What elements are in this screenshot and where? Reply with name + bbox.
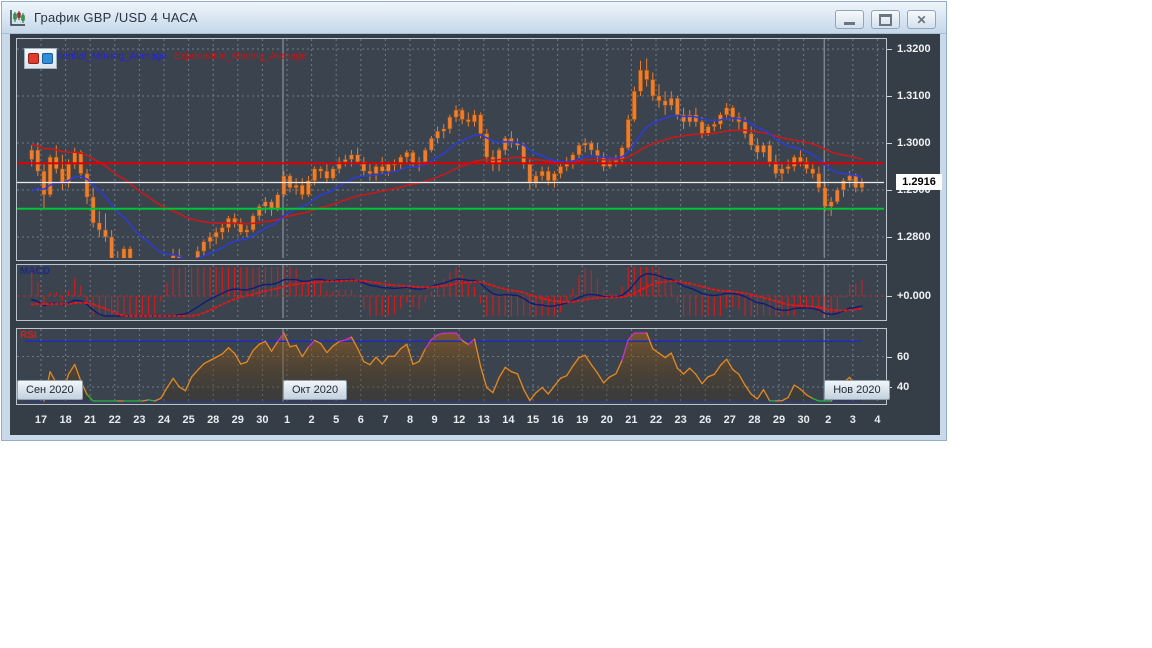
rsi-tick-label: 40 <box>897 381 910 393</box>
axis-tick <box>887 49 892 50</box>
time-axis[interactable]: 17 18 21 22 23 24 25 28 29 30 1 2 5 6 7 8 9 12 13 14 15 16 19 2… <box>10 406 887 435</box>
day-label: 29 <box>231 414 244 426</box>
minimize-button[interactable] <box>835 10 864 29</box>
day-label: 28 <box>748 414 761 426</box>
day-label: 21 <box>625 414 638 426</box>
axis-tick <box>887 143 892 144</box>
price-tick-label: 1.3200 <box>897 43 931 55</box>
day-label: 6 <box>357 414 364 426</box>
price-axis[interactable]: 1.2916 1.32001.31001.30001.29001.2800+0.… <box>887 34 942 435</box>
candlestick-chart-icon <box>10 9 25 26</box>
day-label: 5 <box>333 414 340 426</box>
day-label: 9 <box>431 414 438 426</box>
rsi-tick-label: 60 <box>897 350 910 363</box>
rsi-pane-label: RSI <box>20 330 37 341</box>
axis-tick <box>887 296 892 297</box>
day-label: 8 <box>406 414 414 426</box>
month-label-box: Окт 2020 <box>283 380 348 400</box>
axis-tick <box>887 190 892 191</box>
current-price-box: 1.2916 <box>896 174 942 191</box>
day-label: 29 <box>772 414 786 426</box>
minimize-icon <box>844 21 855 25</box>
price-tick-label: 1.3000 <box>897 137 931 149</box>
month-label-box: Сен 2020 <box>17 380 83 400</box>
day-label: 28 <box>207 414 220 426</box>
day-label: 3 <box>849 414 856 426</box>
window-titlebar[interactable]: График GBP /USD 4 ЧАСА ✕ <box>2 2 946 34</box>
day-label: 19 <box>576 414 589 426</box>
price-pane[interactable]: Exponential_Moving_Average Exponential_M… <box>16 38 887 261</box>
axis-tick <box>887 356 892 358</box>
red-square-button[interactable] <box>28 53 39 64</box>
day-label: 4 <box>874 414 881 426</box>
price-tick-label: 1.3100 <box>897 90 931 102</box>
day-label: 7 <box>382 414 389 426</box>
macd-zero-label: +0.000 <box>897 290 931 302</box>
day-label: 20 <box>600 414 613 426</box>
price-tick-label: 1.2800 <box>897 231 931 243</box>
month-label-box: Нов 2020 <box>824 380 890 400</box>
blue-square-button[interactable] <box>42 53 53 64</box>
close-icon: ✕ <box>916 12 927 27</box>
close-button[interactable]: ✕ <box>907 10 936 29</box>
restore-button[interactable] <box>871 10 900 29</box>
rsi-pane[interactable]: RSI <box>16 328 887 405</box>
axis-tick <box>887 237 892 238</box>
day-label: 2 <box>308 414 315 426</box>
day-label: 2 <box>825 414 832 426</box>
day-label: 26 <box>699 414 712 426</box>
window-title: График GBP /USD 4 ЧАСА <box>34 10 198 25</box>
chart-window: График GBP /USD 4 ЧАСА ✕ Exponential_Mov… <box>1 1 947 441</box>
day-label: 15 <box>526 414 540 426</box>
ema-slow-legend-label: Exponential_Moving_Average <box>174 51 307 62</box>
day-label: 18 <box>59 414 72 426</box>
chart-client-area: Exponential_Moving_Average Exponential_M… <box>10 34 942 435</box>
day-label: 30 <box>797 414 810 426</box>
day-label: 23 <box>133 414 146 426</box>
day-label: 24 <box>157 414 171 426</box>
macd-pane[interactable]: MACD <box>16 264 887 321</box>
day-label: 30 <box>256 414 269 426</box>
legend-button-box <box>24 48 57 69</box>
day-label: 22 <box>108 414 121 426</box>
day-label: 27 <box>723 414 736 426</box>
day-label: 25 <box>182 414 195 426</box>
day-label: 1 <box>283 414 291 426</box>
day-label: 14 <box>502 414 515 426</box>
day-label: 23 <box>674 414 687 426</box>
day-label: 13 <box>477 414 490 426</box>
macd-pane-label: MACD <box>20 266 50 277</box>
day-label: 12 <box>453 414 466 426</box>
day-label: 17 <box>34 414 48 426</box>
day-label: 22 <box>649 414 663 426</box>
axis-tick <box>887 96 892 97</box>
restore-icon <box>879 13 892 26</box>
day-label: 21 <box>84 414 97 426</box>
day-label: 16 <box>551 414 564 426</box>
